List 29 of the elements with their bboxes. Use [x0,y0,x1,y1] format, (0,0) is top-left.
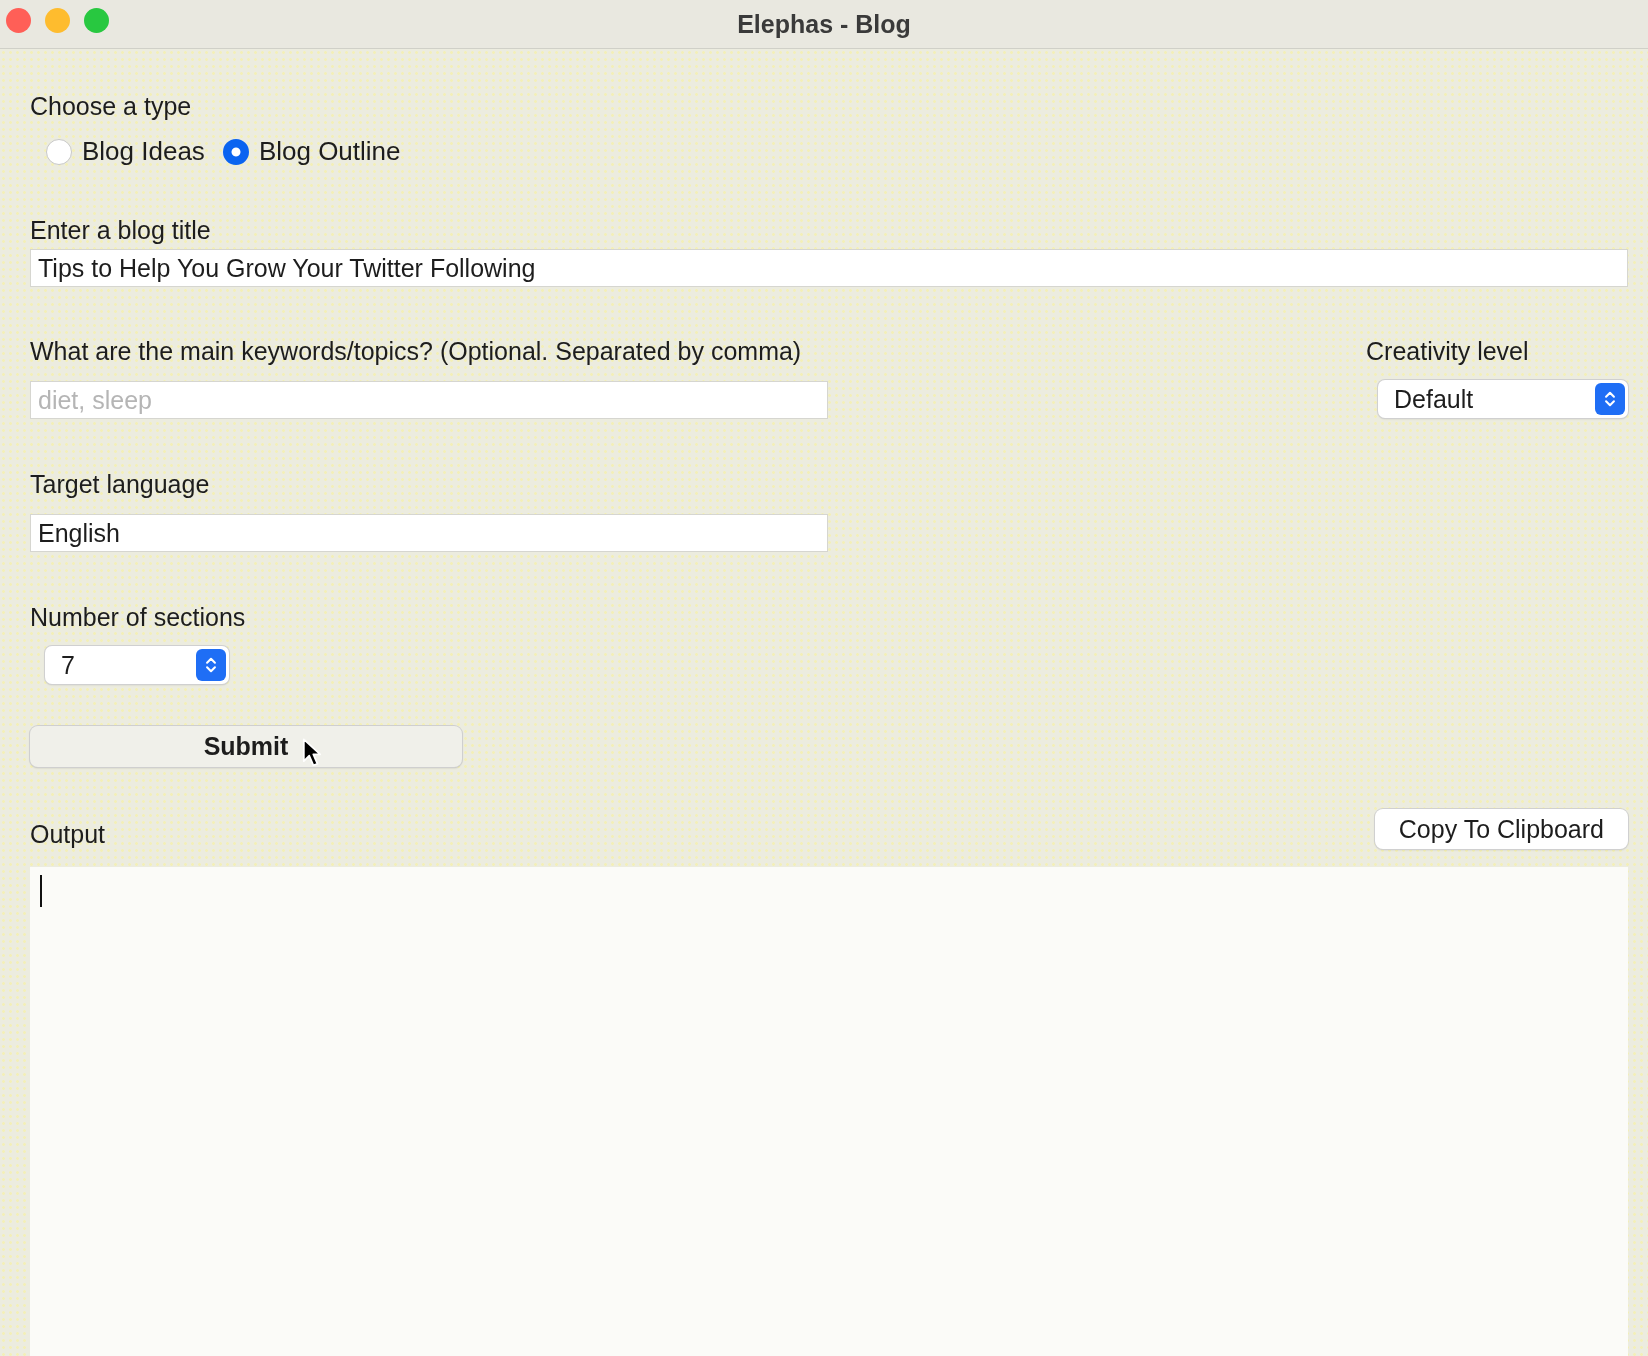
radio-option[interactable]: Blog Outline [222,136,401,167]
submit-button[interactable]: Submit [30,726,462,767]
field-label: Creativity level [1366,336,1529,366]
close-icon[interactable] [6,8,31,33]
stepper-arrows-icon [1595,383,1625,415]
mouse-pointer-icon [302,738,322,768]
copy-button[interactable]: Copy To Clipboard [1374,809,1628,849]
minimize-icon[interactable] [45,8,70,33]
output-text-area[interactable] [30,867,1628,1356]
text-field[interactable]: English [30,514,828,552]
text-field[interactable]: diet, sleep [30,381,828,419]
field-label: Number of sections [30,602,246,632]
radio-label[interactable]: Blog Outline [258,136,401,167]
dropdown[interactable]: Default [1378,380,1628,418]
field-label: Enter a blog title [30,215,211,245]
radio-option[interactable]: Blog Ideas [46,136,205,167]
radio-button[interactable] [46,138,72,165]
field-label: What are the main keywords/topics? (Optional. Separated by comma) [30,336,802,366]
text-caret [40,875,42,907]
field-label: Output [30,819,106,849]
zoom-icon[interactable] [84,8,109,33]
field-label: Choose a type [30,91,192,121]
stepper-arrows-icon [196,649,226,681]
text-field[interactable]: Tips to Help You Grow Your Twitter Following [30,249,1628,287]
window-title: Elephas - Blog [737,9,911,39]
field-label: Target language [30,469,210,499]
radio-label[interactable]: Blog Ideas [82,136,205,167]
number-stepper[interactable]: 7 [45,646,229,684]
radio-button[interactable] [222,138,249,165]
